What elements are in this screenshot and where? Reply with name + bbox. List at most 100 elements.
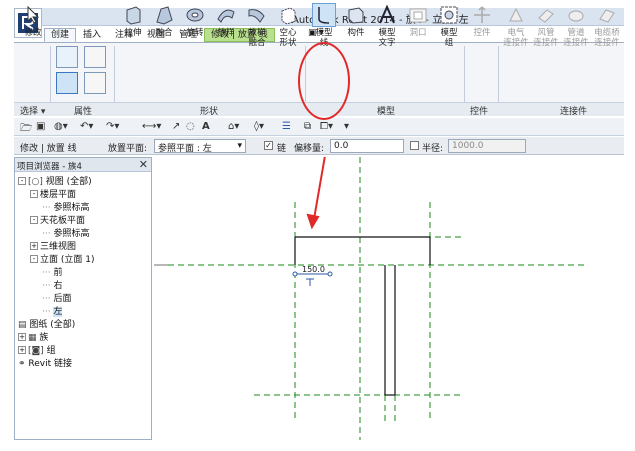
sweep-button[interactable]: 放样 <box>211 4 241 38</box>
tree-item[interactable]: ··· 左 <box>42 306 63 318</box>
properties-icon[interactable] <box>56 72 78 94</box>
tree-node-icon: ▤ <box>18 320 30 330</box>
tree-item-label: 右 <box>53 281 63 291</box>
redo-icon[interactable]: ↷▾ <box>106 121 119 132</box>
tree-item[interactable]: ▤ 图纸 (全部) <box>18 319 75 331</box>
text-icon[interactable]: A <box>202 121 210 132</box>
void-form-button[interactable]: 空心 形状 <box>273 4 303 48</box>
tag-icon[interactable]: ◌ <box>186 121 195 132</box>
close-icon[interactable]: ✕ <box>139 158 148 171</box>
3d-view-icon[interactable]: ⌂▾ <box>228 121 239 132</box>
sync-icon[interactable]: ◍▾ <box>54 121 68 132</box>
radius-checkbox[interactable] <box>410 141 419 150</box>
placement-plane-select[interactable]: 参照平面 : 左 ▾ <box>154 139 246 154</box>
tree-item-label: 参照标高 <box>53 203 90 213</box>
panel-select[interactable]: 选择 ▾ <box>20 104 45 117</box>
family-types-icon[interactable] <box>84 46 106 68</box>
tree-item[interactable]: - 立面 (立面 1) <box>30 254 94 266</box>
revolve-button[interactable]: 旋转 <box>180 4 210 38</box>
switch-windows-icon[interactable]: ⧠▾ <box>320 121 333 132</box>
blend-button[interactable]: 融合 <box>149 4 179 38</box>
electrical-connector-button[interactable]: 电气 连接件 <box>501 4 531 48</box>
expand-icon[interactable]: + <box>18 346 26 354</box>
tree-item[interactable]: - [○] 视图 (全部) <box>18 176 92 188</box>
annotation-circle <box>298 42 350 120</box>
expand-icon[interactable]: + <box>30 242 38 250</box>
tree-connector: ··· <box>42 307 54 317</box>
model-text-icon <box>379 4 395 24</box>
control-button[interactable]: 控件 <box>467 4 497 38</box>
panel-properties: 属性 <box>74 107 93 117</box>
tree-item[interactable]: - 楼层平面 <box>30 189 76 201</box>
tree-item[interactable]: ··· 参照标高 <box>42 228 89 240</box>
extrusion-button[interactable]: 拉伸 <box>118 4 148 38</box>
duct-connector-icon <box>538 9 554 23</box>
void-form-icon <box>281 7 296 25</box>
tree-node-icon: [○] <box>28 177 46 187</box>
swept-blend-button[interactable]: 放样 融合 <box>242 4 272 48</box>
extrusion-label: 拉伸 <box>124 28 142 38</box>
collapse-icon[interactable]: - <box>30 255 38 263</box>
tree-item[interactable]: + ▦ 族 <box>18 332 48 344</box>
tree-item[interactable]: ⚭ Revit 链接 <box>18 358 72 370</box>
tree-item-label: Revit 链接 <box>28 359 73 369</box>
control-label: 控件 <box>473 28 491 38</box>
tree-item[interactable]: + 三维视图 <box>30 241 76 253</box>
radius-input[interactable]: 1000.0 <box>448 139 526 153</box>
type-properties-icon[interactable] <box>84 72 106 94</box>
chain-checkbox[interactable]: ✓ <box>264 141 273 150</box>
tree-item[interactable]: ··· 参照标高 <box>42 202 89 214</box>
modify-button[interactable]: 修改 <box>18 4 48 38</box>
drawing-area[interactable]: 150.0 <box>154 126 624 440</box>
tab-create[interactable]: 创建 <box>44 28 77 42</box>
open-icon[interactable]: 🗁 <box>20 121 32 138</box>
component-button[interactable]: 构件 <box>341 4 371 38</box>
control-icon <box>474 6 490 23</box>
tree-item[interactable]: ··· 右 <box>42 280 62 292</box>
model-group-button[interactable]: 模型 组 <box>434 4 464 48</box>
swept-blend-icon <box>248 9 265 23</box>
duct-connector-button[interactable]: 风管 连接件 <box>531 4 561 48</box>
void-form-label: 空心 形状 <box>279 28 297 48</box>
undo-icon[interactable]: ↶▾ <box>80 121 93 132</box>
model-text-button[interactable]: 模型 文字 <box>372 4 402 48</box>
collapse-icon[interactable]: - <box>30 216 38 224</box>
tree-item[interactable]: + [◙] 组 <box>18 345 56 357</box>
placement-plane-label: 放置平面: <box>108 144 148 154</box>
opening-label: 洞口 <box>409 28 427 38</box>
pipe-connector-icon <box>568 10 584 22</box>
collapse-icon[interactable]: - <box>18 177 26 185</box>
tree-item-label: 组 <box>46 346 56 356</box>
offset-label: 偏移量: <box>294 144 325 154</box>
chevron-down-icon: ▾ <box>237 141 242 151</box>
revolve-icon <box>186 8 204 22</box>
tree-connector: ··· <box>42 294 54 304</box>
section-icon[interactable]: ◊▾ <box>254 121 264 132</box>
tree-item[interactable]: - 天花板平面 <box>30 215 85 227</box>
opening-button[interactable]: 洞口 <box>403 4 433 38</box>
measure-icon[interactable]: ⟷▾ <box>142 121 161 132</box>
thin-lines-icon[interactable]: ☰ <box>282 121 291 132</box>
drawing-canvas[interactable]: 150.0 <box>154 126 624 440</box>
tree-item[interactable]: ··· 前 <box>42 267 62 279</box>
model-line-icon <box>312 3 336 27</box>
family-category-icon[interactable] <box>56 46 78 68</box>
collapse-icon[interactable]: - <box>30 190 38 198</box>
aligned-dimension-icon[interactable]: ↗ <box>172 121 180 132</box>
revolve-label: 旋转 <box>186 28 204 38</box>
offset-input[interactable]: 0.0 <box>330 139 404 153</box>
model-group-icon <box>440 6 458 24</box>
project-browser-title: 项目浏览器 - 族4 <box>17 162 82 172</box>
save-icon[interactable]: ▣ <box>36 121 45 132</box>
expand-icon[interactable]: + <box>18 333 26 341</box>
close-hidden-windows-icon[interactable]: ⧉ <box>304 121 311 132</box>
tab-insert[interactable]: 插入 <box>76 28 108 42</box>
modify-label: 修改 <box>24 28 42 38</box>
electrical-connector-label: 电气 连接件 <box>503 28 529 48</box>
tree-item[interactable]: ··· 后面 <box>42 293 71 305</box>
cable-tray-connector-button[interactable]: 电缆桥 连接件 <box>591 4 623 48</box>
customize-toolbar-icon[interactable]: ▾ <box>344 121 349 132</box>
radius-value: 1000.0 <box>452 141 484 151</box>
pipe-connector-label: 管道 连接件 <box>563 28 589 48</box>
pipe-connector-button[interactable]: 管道 连接件 <box>561 4 591 48</box>
